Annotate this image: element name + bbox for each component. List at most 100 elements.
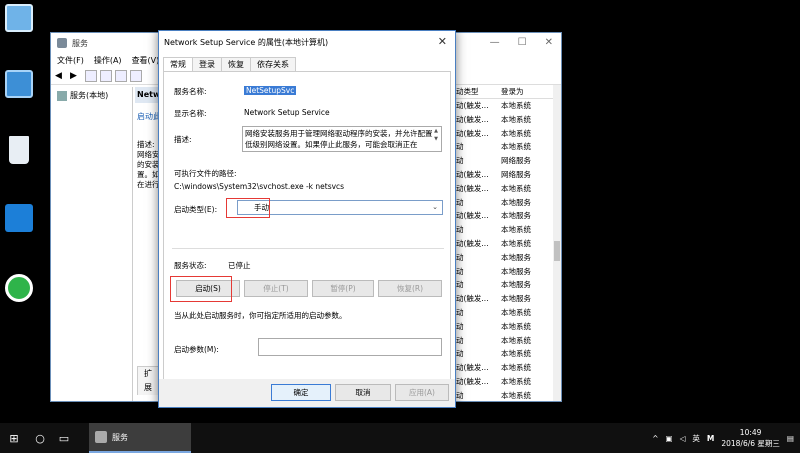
startup-type-cell: 动(触发... — [456, 114, 489, 124]
tab-recovery[interactable]: 恢复 — [221, 57, 251, 71]
table-row[interactable]: 动 本地服务 — [455, 265, 555, 279]
desktop-icon-yunqishi[interactable]: 云骑士装机 大师 — [0, 204, 38, 254]
table-row[interactable]: 动(触发... 本地系统 — [455, 375, 555, 389]
maximize-icon[interactable]: ☐ — [518, 37, 527, 48]
notification-icon[interactable]: ▤ — [787, 434, 794, 443]
taskbar-item-services[interactable]: 服务 — [89, 423, 191, 453]
table-row[interactable]: 动 网络服务 — [455, 154, 555, 168]
services-title: 服务 — [72, 38, 88, 48]
360-browser-icon — [5, 274, 33, 302]
general-panel: 服务名称: NetSetupSvc 显示名称: Network Setup Se… — [163, 71, 451, 381]
tab-dependencies[interactable]: 依存关系 — [250, 57, 296, 71]
close-icon[interactable]: ✕ — [438, 35, 447, 48]
table-row[interactable]: 动(触发... 本地系统 — [455, 127, 555, 141]
properties-dialog: Network Setup Service 的属性(本地计算机) ✕ 常规 登录… — [158, 30, 456, 408]
desktop-icon-label: 云骑士装机 大师 — [0, 235, 38, 254]
table-row[interactable]: 动 本地系统 — [455, 320, 555, 334]
properties-icon[interactable] — [100, 69, 112, 82]
logon-as-cell: 本地服务 — [501, 252, 531, 262]
desktop-icon-network[interactable]: 网络 — [0, 70, 38, 110]
pause-button[interactable]: 暂停(P) — [312, 280, 374, 297]
startup-type-label: 启动类型(E): — [174, 205, 218, 214]
startup-type-cell: 动 — [456, 335, 464, 345]
this-pc-icon — [5, 4, 33, 32]
show-tree-icon[interactable] — [85, 69, 97, 82]
resume-button[interactable]: 恢复(R) — [378, 280, 442, 297]
ok-button[interactable]: 确定 — [271, 384, 331, 401]
table-row[interactable]: 动(触发... 本地服务 — [455, 209, 555, 223]
logon-as-cell: 本地服务 — [501, 294, 531, 304]
logon-as-cell: 本地系统 — [501, 114, 531, 124]
volume-icon[interactable]: ◁ — [680, 434, 686, 443]
status-value: 已停止 — [228, 261, 251, 270]
description-scrollbar[interactable]: ▲ ▼ — [432, 127, 440, 151]
service-name-label: 服务名称: — [174, 87, 207, 96]
logon-as-cell: 本地系统 — [501, 349, 531, 359]
dialog-title[interactable]: Network Setup Service 的属性(本地计算机) — [159, 31, 455, 53]
menu-action[interactable]: 操作(A) — [94, 55, 122, 66]
start-params-input[interactable] — [258, 338, 442, 356]
ime-mode-indicator[interactable]: M — [707, 434, 714, 443]
minimize-icon[interactable]: — — [490, 37, 500, 48]
logon-as-cell: 本地系统 — [501, 225, 531, 235]
close-icon[interactable]: ✕ — [545, 37, 553, 48]
table-row[interactable]: 动(触发... 网络服务 — [455, 168, 555, 182]
table-row[interactable]: 动 本地系统 — [455, 223, 555, 237]
table-row[interactable]: 动(触发... 本地系统 — [455, 113, 555, 127]
table-row[interactable]: 动(触发... 本地服务 — [455, 292, 555, 306]
tab-general[interactable]: 常规 — [163, 57, 193, 72]
display-name-value[interactable]: Network Setup Service — [244, 108, 330, 117]
back-icon[interactable]: ◀ — [55, 70, 67, 82]
services-list-scrollbar[interactable] — [553, 85, 561, 401]
cancel-button[interactable]: 取消 — [335, 384, 391, 401]
scrollbar-thumb[interactable] — [554, 241, 560, 261]
cortana-icon[interactable]: ○ — [28, 423, 52, 453]
services-app-icon — [95, 431, 107, 443]
taskbar: ⊞ ○ ▭ 服务 ^ ▣ ◁ 英 M 10:49 2018/6/6 星期三 ▤ — [0, 423, 800, 453]
task-view-icon[interactable]: ▭ — [52, 423, 76, 453]
table-row[interactable]: 动(触发... 本地系统 — [455, 182, 555, 196]
logon-as-cell: 网络服务 — [501, 156, 531, 166]
table-row[interactable]: 动 本地系统 — [455, 389, 555, 403]
table-row[interactable]: 动(触发... 本地系统 — [455, 99, 555, 113]
apply-button[interactable]: 应用(A) — [395, 384, 449, 401]
table-row[interactable]: 动 本地服务 — [455, 251, 555, 265]
desktop-icon-this-pc[interactable]: 此电脑 — [0, 4, 38, 44]
table-row[interactable]: 动(触发... 本地系统 — [455, 361, 555, 375]
desktop-icon-360-browser[interactable]: 360浏览器 — [0, 274, 38, 314]
tab-logon[interactable]: 登录 — [192, 57, 222, 71]
windows-start-icon[interactable]: ⊞ — [0, 423, 28, 453]
logon-as-cell: 本地系统 — [501, 183, 531, 193]
ime-indicator[interactable]: 英 — [692, 433, 700, 444]
column-startup-type[interactable]: 动类型 — [455, 85, 501, 98]
desktop-icon-recycle-bin[interactable]: 回收站 — [0, 136, 38, 176]
refresh-icon[interactable] — [115, 69, 127, 82]
service-name-value[interactable]: NetSetupSvc — [244, 86, 297, 95]
tree-node-services-local[interactable]: 服务(本地) — [53, 87, 132, 104]
description-box[interactable]: 网络安装服务用于管理网络驱动程序的安装，并允许配置低级别网络设置。如果停止此服务… — [242, 126, 442, 152]
desktop-icon-label: 360浏览器 — [0, 305, 37, 314]
forward-icon[interactable]: ▶ — [70, 70, 82, 82]
logon-as-cell: 本地系统 — [501, 101, 531, 110]
table-row[interactable]: 动 本地系统 — [455, 334, 555, 348]
logon-as-cell: 本地服务 — [501, 266, 531, 276]
services-app-icon — [57, 38, 67, 48]
table-row[interactable]: 动 本地服务 — [455, 196, 555, 210]
network-status-icon[interactable]: ▣ — [665, 434, 672, 443]
exe-path-value: C:\windows\System32\svchost.exe -k netsv… — [174, 182, 345, 191]
menu-file[interactable]: 文件(F) — [57, 55, 84, 66]
menu-view[interactable]: 查看(V) — [132, 55, 160, 66]
column-logon-as[interactable]: 登录为 — [501, 85, 547, 98]
clock-date: 2018/6/6 星期三 — [721, 439, 780, 448]
table-row[interactable]: 动 本地系统 — [455, 306, 555, 320]
chevron-up-icon[interactable]: ^ — [652, 434, 658, 443]
table-row[interactable]: 动(触发... 本地系统 — [455, 237, 555, 251]
network-icon — [5, 70, 33, 98]
table-row[interactable]: 动 本地系统 — [455, 347, 555, 361]
desktop-icon-label: 回收站 — [0, 167, 23, 176]
stop-button[interactable]: 停止(T) — [244, 280, 308, 297]
export-icon[interactable] — [130, 69, 142, 82]
table-row[interactable]: 动 本地服务 — [455, 278, 555, 292]
clock[interactable]: 10:49 2018/6/6 星期三 — [721, 427, 780, 449]
table-row[interactable]: 动 本地系统 — [455, 140, 555, 154]
